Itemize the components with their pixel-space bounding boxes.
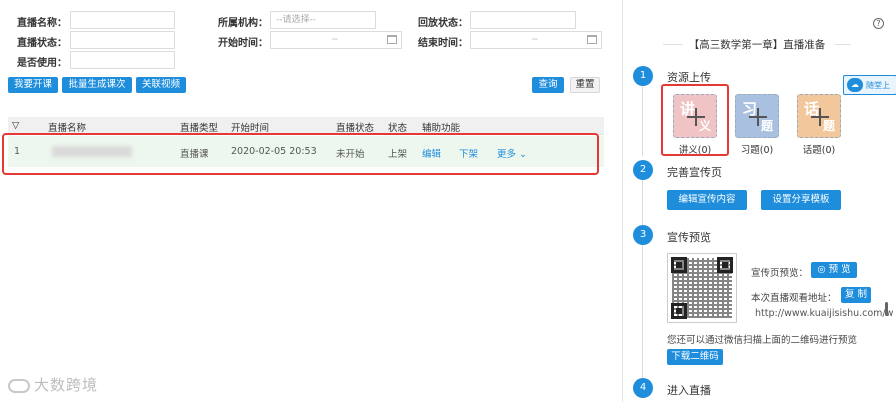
start-time-range[interactable]: ~ [270,31,402,49]
qr-finder [671,303,687,319]
qr-hint: 您还可以通过微信扫描上面的二维码进行预览 [667,335,858,346]
cloud-icon: ☁ [847,78,863,92]
step-3-badge: 3 [633,225,653,245]
url-scrollbar[interactable] [885,302,888,316]
reset-button[interactable]: 重置 [570,77,600,93]
watermark-text: 大数跨境 [34,376,99,394]
enabled-label: 是否使用： [17,58,67,69]
exercise-upload[interactable]: 习 题 [735,94,779,138]
help-icon[interactable]: ? [873,18,884,29]
col-name: 直播名称 [48,123,87,134]
url-label: 本次直播观看地址： [751,293,837,304]
col-type: 直播类型 [180,123,219,134]
step-2-badge: 2 [633,160,653,180]
step-connector [642,244,643,380]
query-button[interactable]: 查询 [532,77,564,93]
panel-title: 【高三数学第一章】直播准备 [688,39,826,51]
open-course-button[interactable]: 我要开课 [8,77,58,93]
playback-label: 回放状态： [418,18,468,29]
step-4-title: 进入直播 [667,384,711,397]
preview-button[interactable]: ◎ 预 览 [811,262,857,278]
batch-generate-button[interactable]: 批量生成课次 [62,77,132,93]
topic-upload[interactable]: 话 题 [797,94,841,138]
range-separator: ~ [331,35,339,45]
name-input[interactable] [70,11,175,29]
live-url[interactable]: http://www.kuaijisishu.com/w [755,308,893,319]
step-connector [642,86,643,156]
topic-caption: 话题(0) [802,145,836,156]
col-live-status: 直播状态 [336,123,375,134]
live-status-label: 直播状态： [17,38,67,49]
step-4-badge: 4 [633,378,653,398]
qr-finder [671,257,687,273]
share-button[interactable]: ☁ 随堂上 [843,75,896,95]
row-highlight-box [2,133,599,175]
name-label: 直播名称： [17,18,67,29]
filter-icon[interactable]: ▽ [12,120,19,131]
qr-finder [717,257,733,273]
link-video-button[interactable]: 关联视频 [136,77,186,93]
plus-icon [811,108,829,126]
col-tools: 辅助功能 [422,123,461,134]
enabled-select[interactable] [70,51,175,69]
step-connector [642,180,643,226]
end-time-label: 结束时间： [418,38,468,49]
exercise-caption: 习题(0) [740,145,774,156]
start-time-label: 开始时间： [218,38,268,49]
range-separator: ~ [531,35,539,45]
col-status: 状态 [388,123,408,134]
org-label: 所属机构： [218,18,268,29]
calendar-icon[interactable] [387,35,397,44]
org-select[interactable]: --请选择-- [270,11,376,29]
step-1-title: 资源上传 [667,71,711,84]
live-prep-panel: ? 【高三数学第一章】直播准备 1 资源上传 ☁ 随堂上 讲 义 讲义(0) 习… [622,0,896,402]
share-label: 随堂上 [866,81,890,90]
title-rule-right [835,44,851,45]
edit-promo-button[interactable]: 编辑宣传内容 [667,190,747,210]
preview-label: 宣传页预览： [751,268,809,279]
col-start: 开始时间 [231,123,270,134]
live-list-panel: 直播名称： 所属机构： --请选择-- 回放状态： 直播状态： 开始时间： ~ … [0,0,620,402]
step-2-title: 完善宣传页 [667,166,722,179]
plus-icon [749,108,767,126]
live-status-select[interactable] [70,31,175,49]
download-qr-button[interactable]: 下载二维码 [667,349,723,365]
step-1-badge: 1 [633,66,653,86]
end-time-range[interactable]: ~ [470,31,602,49]
calendar-icon[interactable] [587,35,597,44]
share-template-button[interactable]: 设置分享模板 [761,190,841,210]
step-3-title: 宣传预览 [667,231,711,244]
copy-button[interactable]: 复 制 [841,287,871,303]
qr-code [667,253,737,323]
watermark: 大数跨境 [8,374,98,395]
watermark-logo-icon [8,378,30,393]
playback-select[interactable] [470,11,576,29]
handout-highlight-box [661,84,729,156]
